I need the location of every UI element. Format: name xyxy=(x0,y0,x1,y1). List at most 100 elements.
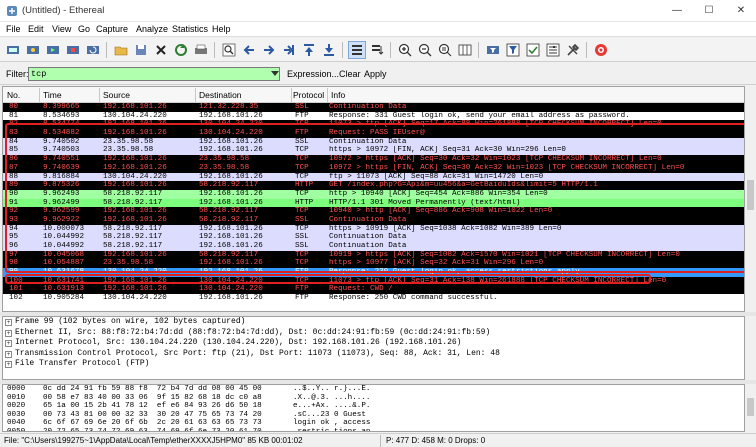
zoom-normal-icon[interactable] xyxy=(436,41,454,59)
toolbar-separator xyxy=(390,42,391,58)
start-capture-icon[interactable] xyxy=(44,41,62,59)
minimize-button[interactable]: — xyxy=(662,0,692,22)
go-last-icon[interactable] xyxy=(320,41,338,59)
close-file-icon[interactable] xyxy=(152,41,170,59)
title-bar: (Untitled) - Ethereal — ☐ ✕ xyxy=(0,0,756,22)
ethereal-app-icon xyxy=(7,6,17,16)
toolbar-separator xyxy=(342,42,343,58)
hex-row[interactable]: 0000 0c dd 24 91 fb 59 88 f8 72 b4 7d dd … xyxy=(3,385,744,394)
colorize-icon[interactable] xyxy=(348,41,366,59)
preferences-icon[interactable] xyxy=(544,41,562,59)
restart-capture-icon[interactable] xyxy=(84,41,102,59)
capture-filters-icon[interactable] xyxy=(484,41,502,59)
hex-ascii: restric tions ap xyxy=(293,427,371,432)
menu-help[interactable]: Help xyxy=(212,24,231,34)
hex-row[interactable]: 0030 00 73 43 81 00 00 32 33 30 20 47 75 … xyxy=(3,411,744,420)
expand-icon[interactable]: + xyxy=(5,350,12,358)
menu-go[interactable]: Go xyxy=(78,24,90,34)
filter-dropdown-icon[interactable] xyxy=(271,71,279,76)
menu-edit[interactable]: Edit xyxy=(28,24,44,34)
hex-row[interactable]: 0020 65 1a 00 15 2b 41 78 12 ef e6 84 93 … xyxy=(3,402,744,411)
coloring-rules-icon[interactable] xyxy=(524,41,542,59)
column-separator[interactable] xyxy=(39,88,40,102)
menu-file[interactable]: File xyxy=(6,24,21,34)
column-header-source[interactable]: Source xyxy=(103,90,130,100)
auto-scroll-icon[interactable] xyxy=(368,41,386,59)
zoom-in-icon[interactable] xyxy=(396,41,414,59)
zoom-out-icon[interactable] xyxy=(416,41,434,59)
find-icon[interactable] xyxy=(220,41,238,59)
toolbar-separator xyxy=(106,42,107,58)
capture-options-icon[interactable] xyxy=(24,41,42,59)
expand-icon[interactable]: + xyxy=(5,361,12,368)
packet-bytes-pane: 0000 0c dd 24 91 fb 59 88 f8 72 b4 7d dd … xyxy=(2,384,745,432)
menu-statistics[interactable]: Statistics xyxy=(172,24,208,34)
column-separator[interactable] xyxy=(99,88,100,102)
clear-filter-button[interactable]: Clear xyxy=(339,69,361,79)
toolbar-separator xyxy=(214,42,215,58)
highlight-box-selected-packet xyxy=(5,274,651,284)
display-filters-icon[interactable] xyxy=(504,41,522,59)
detail-row-tcp[interactable]: + Transmission Control Protocol, Src Port… xyxy=(3,349,744,360)
column-header-time[interactable]: Time xyxy=(43,90,62,100)
hex-row[interactable]: 0050 20 72 65 73 74 72 69 63 74 69 6f 6e … xyxy=(3,427,744,432)
cell-time: 8.399665 xyxy=(43,103,80,111)
hex-bytes: 6c 6f 67 69 6e 20 6f 6b 2c 20 61 63 63 6… xyxy=(43,419,262,428)
cell-destination: 192.168.101.26 xyxy=(199,111,263,120)
ethereal-window: (Untitled) - Ethereal — ☐ ✕ File Edit Vi… xyxy=(0,0,756,447)
cell-protocol: FTP xyxy=(295,285,309,294)
packet-row[interactable]: 81 8.534693 130.104.24.220 192.168.101.26 FT… xyxy=(3,111,744,121)
expand-icon[interactable]: + xyxy=(5,329,12,337)
expression-button[interactable]: Expression... xyxy=(287,69,339,79)
menu-capture[interactable]: Capture xyxy=(96,24,128,34)
detail-row-ethernet[interactable]: + Ethernet II, Src: 88:f8:72:b4:7d:dd (88… xyxy=(3,328,744,339)
packet-row[interactable]: 102 10.905284 130.104.24.220 192.168.101.26… xyxy=(3,294,744,303)
tools-icon[interactable] xyxy=(564,41,582,59)
detail-row-ftp[interactable]: + File Transfer Protocol (FTP) xyxy=(3,359,744,370)
new-capture-icon[interactable] xyxy=(4,41,22,59)
close-window-button[interactable]: ✕ xyxy=(726,0,756,22)
apply-filter-button[interactable]: Apply xyxy=(364,69,387,79)
expand-icon[interactable]: + xyxy=(5,319,12,326)
go-to-packet-icon[interactable] xyxy=(280,41,298,59)
scrollbar-thumb[interactable] xyxy=(747,180,754,210)
column-header-info[interactable]: Info xyxy=(331,90,345,100)
hex-row[interactable]: 0040 6c 6f 67 69 6e 20 6f 6b 2c 20 61 63 … xyxy=(3,419,744,428)
cell-time: 10.905284 xyxy=(43,294,85,303)
hex-row[interactable]: 0010 00 58 e7 83 40 00 33 06 9f 15 82 68 … xyxy=(3,394,744,403)
resize-columns-icon[interactable] xyxy=(456,41,474,59)
column-header-no[interactable]: No. xyxy=(7,90,20,100)
go-forward-icon[interactable] xyxy=(260,41,278,59)
column-separator[interactable] xyxy=(291,88,292,102)
save-icon[interactable] xyxy=(132,41,150,59)
go-back-icon[interactable] xyxy=(240,41,258,59)
reload-icon[interactable] xyxy=(172,41,190,59)
hex-bytes: 65 1a 00 15 2b 41 78 12 ef e6 84 93 26 d… xyxy=(43,402,262,411)
packet-list-scrollbar[interactable] xyxy=(746,86,755,312)
expand-icon[interactable]: + xyxy=(5,340,12,347)
status-packet-counts: P: 477 D: 458 M: 0 Drops: 0 xyxy=(386,436,486,445)
stop-capture-icon[interactable] xyxy=(64,41,82,59)
hex-ascii: .X..@.3. ...h.... xyxy=(293,393,371,402)
menu-analyze[interactable]: Analyze xyxy=(136,24,168,34)
column-separator[interactable] xyxy=(327,88,328,102)
column-header-destination[interactable]: Destination xyxy=(199,90,242,100)
column-header-protocol[interactable]: Protocol xyxy=(293,90,327,100)
go-first-icon[interactable] xyxy=(300,41,318,59)
packet-list-pane: No. Time Source Destination Protocol Inf… xyxy=(2,86,745,312)
help-icon[interactable] xyxy=(592,41,610,59)
cell-no: 81 xyxy=(9,111,19,120)
scrollbar-thumb[interactable] xyxy=(747,398,754,416)
filter-input[interactable]: tcp xyxy=(28,67,280,81)
open-file-icon[interactable] xyxy=(112,41,130,59)
packet-row[interactable]: 80 8.399665 192.168.101.26 121.32.228.35 SSL… xyxy=(3,103,744,112)
detail-row-frame[interactable]: + Frame 99 (102 bytes on wire, 102 bytes … xyxy=(3,317,744,328)
detail-row-ip[interactable]: + Internet Protocol, Src: 130.104.24.220 … xyxy=(3,338,744,349)
column-separator[interactable] xyxy=(195,88,196,102)
bytes-pane-scrollbar[interactable] xyxy=(746,384,755,432)
cell-destination: 192.168.101.26 xyxy=(199,294,263,303)
menu-view[interactable]: View xyxy=(52,24,71,34)
print-icon[interactable] xyxy=(192,41,210,59)
packet-row[interactable]: 101 10.631913 192.168.101.26 130.104.24.220… xyxy=(3,285,744,295)
maximize-button[interactable]: ☐ xyxy=(694,0,724,22)
